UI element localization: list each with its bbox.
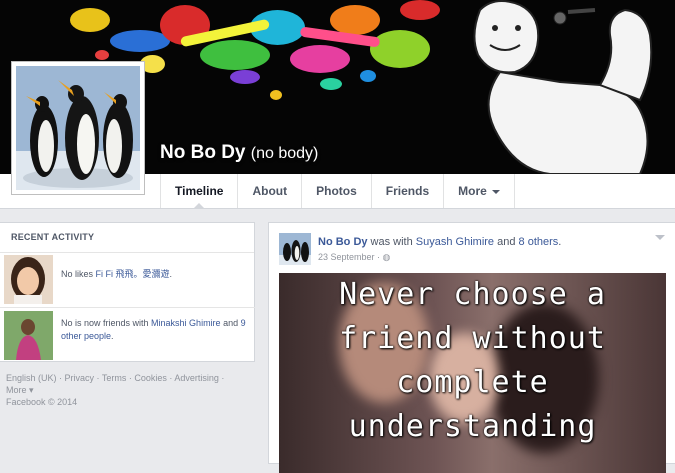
tab-label: More — [458, 184, 487, 198]
post-timestamp[interactable]: 23 September · ◍ — [318, 252, 390, 263]
chevron-down-icon — [491, 189, 500, 194]
penguins-image — [16, 66, 140, 190]
activity-thumbnail[interactable] — [4, 255, 53, 304]
post-author-avatar[interactable] — [279, 233, 311, 265]
profile-picture[interactable] — [11, 61, 145, 195]
activity-link[interactable]: Minakshi Ghimire — [151, 318, 221, 328]
post-date-text[interactable]: 23 September · — [318, 252, 383, 262]
chevron-down-icon[interactable] — [655, 235, 665, 240]
timeline-post: No Bo Dy was with Suyash Ghimire and 8 o… — [268, 222, 675, 473]
tab-label: About — [252, 184, 288, 198]
penguins-thumbnail — [279, 233, 311, 265]
post-image[interactable]: Never choose a friend without complete u… — [279, 273, 666, 473]
tab-photos[interactable]: Photos — [301, 174, 371, 208]
recent-activity-box: RECENT ACTIVITY No likes Fi Fi 飛飛。愛瀰遊. N… — [0, 222, 255, 362]
post-with-text: was with — [367, 236, 416, 248]
tab-more[interactable]: More — [443, 174, 515, 208]
tab-label: Friends — [385, 184, 430, 198]
profile-tabs: Timeline About Photos Friends More — [160, 174, 515, 209]
tab-timeline[interactable]: Timeline — [160, 174, 237, 209]
tab-label: Photos — [316, 184, 357, 198]
tab-friends[interactable]: Friends — [370, 174, 443, 208]
paint-splash — [110, 30, 170, 52]
post-author-link[interactable]: No Bo Dy — [318, 236, 368, 248]
activity-item: No likes Fi Fi 飛飛。愛瀰遊. — [0, 253, 255, 308]
paint-splash — [70, 8, 110, 32]
paint-splash — [400, 0, 440, 20]
girl-photo — [4, 255, 53, 304]
activity-prefix: No is now friends with — [61, 318, 152, 328]
activity-item: No is now friends with Minakshi Ghimire … — [0, 309, 255, 363]
post-header: No Bo Dy was with Suyash Ghimire and 8 o… — [318, 236, 561, 248]
quote-line: complete — [396, 365, 549, 400]
post-image-quote: Never choose a friend without complete u… — [279, 273, 666, 449]
footer-copyright: Facebook © 2014 — [6, 397, 78, 407]
profile-display-name[interactable]: No Bo Dy — [160, 142, 246, 163]
paint-splash — [320, 78, 342, 90]
globe-icon: ◍ — [382, 252, 391, 262]
paint-splash — [230, 70, 260, 84]
activity-thumbnail[interactable] — [4, 311, 53, 360]
paint-splash — [330, 5, 380, 35]
activity-link[interactable]: Fi Fi 飛飛。愛瀰遊 — [96, 269, 170, 279]
activity-suffix: . — [111, 331, 114, 341]
quote-line: friend without — [339, 321, 606, 356]
activity-prefix: No likes — [61, 269, 96, 279]
post-end: . — [558, 236, 562, 248]
paint-splash — [95, 50, 109, 60]
activity-text: No likes Fi Fi 飛飛。愛瀰遊. — [61, 268, 251, 281]
activity-middle: and — [220, 318, 241, 328]
friend-photo — [4, 311, 53, 360]
post-and-text: and — [494, 236, 519, 248]
paint-splash — [370, 30, 430, 68]
tab-about[interactable]: About — [237, 174, 301, 208]
footer-more[interactable]: More ▾ — [6, 384, 256, 396]
activity-text: No is now friends with Minakshi Ghimire … — [61, 317, 251, 343]
page-footer: English (UK) · Privacy · Terms · Cookies… — [6, 372, 256, 408]
paint-splash — [290, 45, 350, 73]
post-tagged-link[interactable]: Suyash Ghimire — [416, 236, 494, 248]
paint-splash — [360, 70, 376, 82]
tab-label: Timeline — [175, 184, 224, 198]
post-others-link[interactable]: 8 others — [519, 236, 559, 248]
profile-nickname: (no body) — [250, 145, 319, 162]
activity-suffix: . — [169, 269, 173, 279]
paint-splash — [200, 40, 270, 70]
quote-line: understanding — [348, 409, 597, 444]
paint-splash — [270, 90, 282, 100]
cover-meme-figure — [473, 0, 653, 174]
quote-line: Never choose a — [339, 277, 606, 312]
footer-links[interactable]: English (UK) · Privacy · Terms · Cookies… — [6, 372, 256, 384]
recent-activity-title: RECENT ACTIVITY — [0, 223, 254, 253]
profile-name[interactable]: No Bo Dy (no body) — [160, 142, 318, 164]
